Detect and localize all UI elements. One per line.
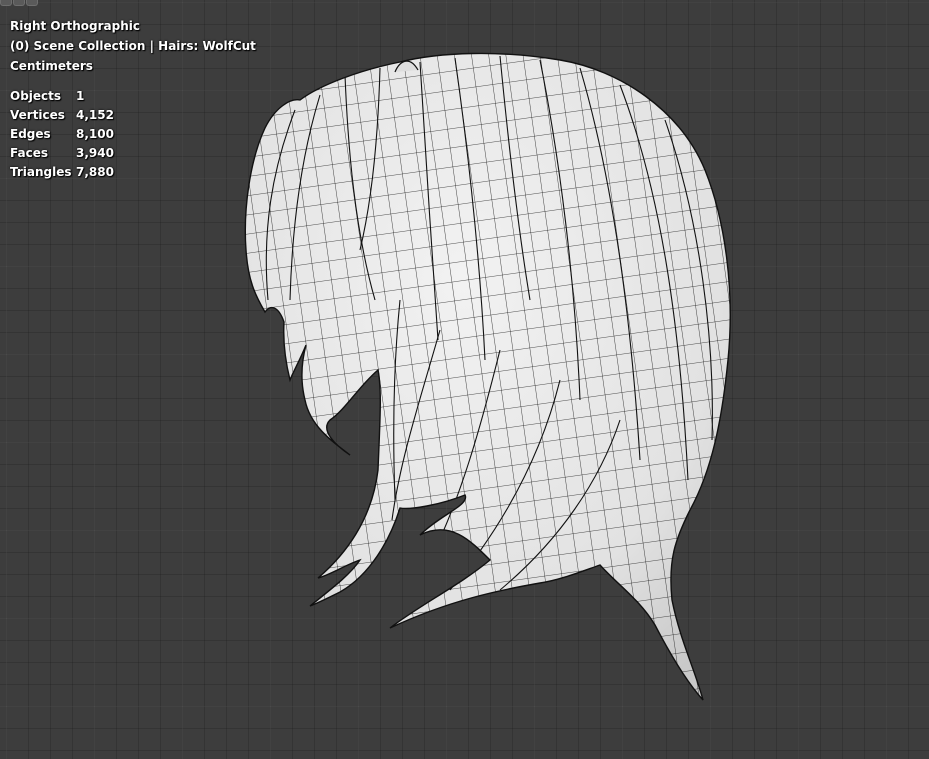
stat-value: 1 — [76, 89, 85, 103]
stat-value: 3,940 — [76, 146, 114, 160]
3d-viewport[interactable]: Right Orthographic (0) Scene Collection … — [0, 0, 929, 759]
stat-row-faces: Faces 3,940 — [10, 144, 256, 163]
stat-row-vertices: Vertices 4,152 — [10, 106, 256, 125]
stat-label: Objects — [10, 89, 62, 103]
stat-row-triangles: Triangles 7,880 — [10, 163, 256, 182]
stat-label: Edges — [10, 127, 51, 141]
units-label: Centimeters — [10, 59, 93, 73]
view-name: Right Orthographic — [10, 19, 141, 33]
stat-row-objects: Objects 1 — [10, 87, 256, 106]
stat-value: 7,880 — [76, 165, 114, 179]
statistics-panel: Objects 1 Vertices 4,152 Edges 8,100 Fac… — [10, 87, 256, 182]
stat-label: Vertices — [10, 108, 65, 122]
stat-value: 8,100 — [76, 127, 114, 141]
stat-label: Faces — [10, 146, 48, 160]
stat-label: Triangles — [10, 165, 72, 179]
stat-value: 4,152 — [76, 108, 114, 122]
stat-row-edges: Edges 8,100 — [10, 125, 256, 144]
viewport-text-overlay: Right Orthographic (0) Scene Collection … — [10, 16, 256, 182]
collection-line: (0) Scene Collection | Hairs: WolfCut — [10, 39, 256, 53]
